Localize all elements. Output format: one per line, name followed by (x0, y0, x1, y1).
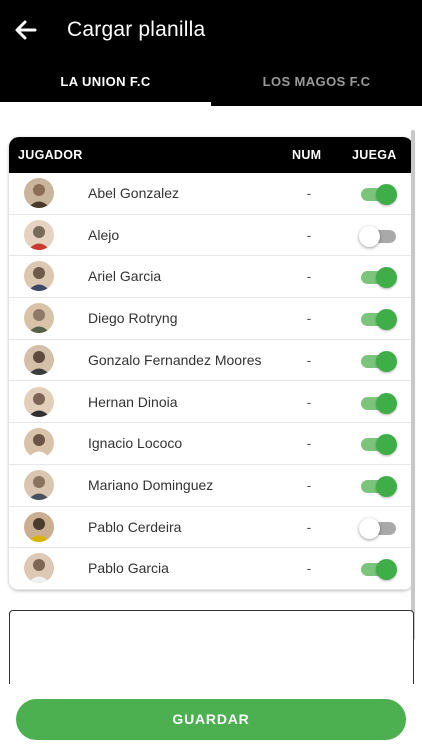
plays-toggle[interactable] (359, 267, 397, 289)
toggle-knob (376, 267, 397, 289)
table-row: Alejo - (9, 215, 413, 257)
scrollbar[interactable] (411, 130, 415, 640)
avatar (24, 303, 54, 334)
page-title: Cargar planilla (67, 18, 206, 41)
player-number[interactable]: - (302, 340, 316, 381)
player-name: Diego Rotryng (88, 310, 178, 327)
table-row: Pablo Cerdeira - (9, 507, 413, 549)
plays-toggle[interactable] (359, 392, 397, 414)
player-name: Hernan Dinoia (88, 393, 178, 410)
avatar (24, 386, 54, 417)
toggle-knob (376, 434, 397, 456)
table-row: Abel Gonzalez - (9, 173, 413, 215)
player-number[interactable]: - (302, 423, 316, 464)
avatar (24, 469, 54, 500)
player-name: Ariel Garcia (88, 268, 162, 285)
column-header-player: JUGADOR (18, 148, 83, 162)
player-name: Ignacio Lococo (88, 435, 183, 452)
plays-toggle[interactable] (359, 517, 397, 539)
avatar (24, 261, 54, 292)
tab-la-union[interactable]: LA UNION F.C (0, 60, 211, 106)
plays-toggle[interactable] (359, 559, 397, 581)
player-name: Abel Gonzalez (88, 185, 180, 201)
player-number[interactable]: - (302, 256, 316, 297)
toggle-knob (359, 225, 380, 247)
player-number[interactable]: - (302, 298, 316, 339)
plays-toggle[interactable] (359, 225, 397, 247)
toggle-knob (376, 559, 397, 581)
player-number[interactable]: - (302, 548, 316, 589)
avatar (24, 511, 54, 542)
toggle-knob (359, 517, 380, 539)
column-header-num: NUM (292, 148, 322, 162)
save-button[interactable]: GUARDAR (16, 699, 406, 740)
toggle-knob (376, 392, 397, 414)
table-row: Ignacio Lococo - (9, 423, 413, 465)
toggle-knob (376, 184, 397, 205)
player-number[interactable]: - (302, 173, 316, 214)
toggle-knob (376, 350, 397, 372)
plays-toggle[interactable] (359, 475, 397, 497)
table-row: Gonzalo Fernandez Moores - (9, 340, 413, 382)
plays-toggle[interactable] (359, 309, 397, 331)
table-row: Diego Rotryng - (9, 298, 413, 340)
column-header-plays: JUEGA (352, 148, 397, 162)
player-name: Alejo (88, 226, 120, 243)
avatar (24, 178, 54, 208)
player-number[interactable]: - (302, 382, 316, 423)
table-row: Ariel Garcia - (9, 256, 413, 299)
toggle-knob (376, 475, 397, 497)
plays-toggle[interactable] (359, 184, 397, 205)
table-row: Hernan Dinoia - (9, 382, 413, 424)
back-button[interactable] (12, 16, 40, 44)
avatar (24, 344, 54, 375)
footer: GUARDAR (0, 684, 422, 750)
player-number[interactable]: - (302, 215, 316, 256)
arrow-back-icon (15, 20, 37, 40)
table-row: Mariano Dominguez - (9, 465, 413, 507)
plays-toggle[interactable] (359, 434, 397, 456)
player-number[interactable]: - (302, 507, 316, 548)
tab-los-magos[interactable]: LOS MAGOS F.C (211, 60, 422, 106)
player-name: Gonzalo Fernandez Moores (88, 351, 262, 368)
toggle-knob (376, 309, 397, 331)
avatar (24, 553, 54, 584)
player-name: Mariano Dominguez (88, 476, 214, 493)
players-table: JUGADOR NUM JUEGA Abel Gonzalez - Alejo - Ar… (9, 137, 413, 590)
plays-toggle[interactable] (359, 350, 397, 372)
avatar (24, 428, 54, 459)
player-number[interactable]: - (302, 465, 316, 506)
avatar (24, 219, 54, 250)
table-header: JUGADOR NUM JUEGA (9, 137, 413, 173)
app-header: Cargar planilla LA UNION F.C LOS MAGOS F… (0, 0, 422, 106)
table-row: Pablo Garcia - (9, 548, 413, 590)
player-name: Pablo Garcia (88, 560, 169, 577)
player-name: Pablo Cerdeira (88, 518, 182, 535)
